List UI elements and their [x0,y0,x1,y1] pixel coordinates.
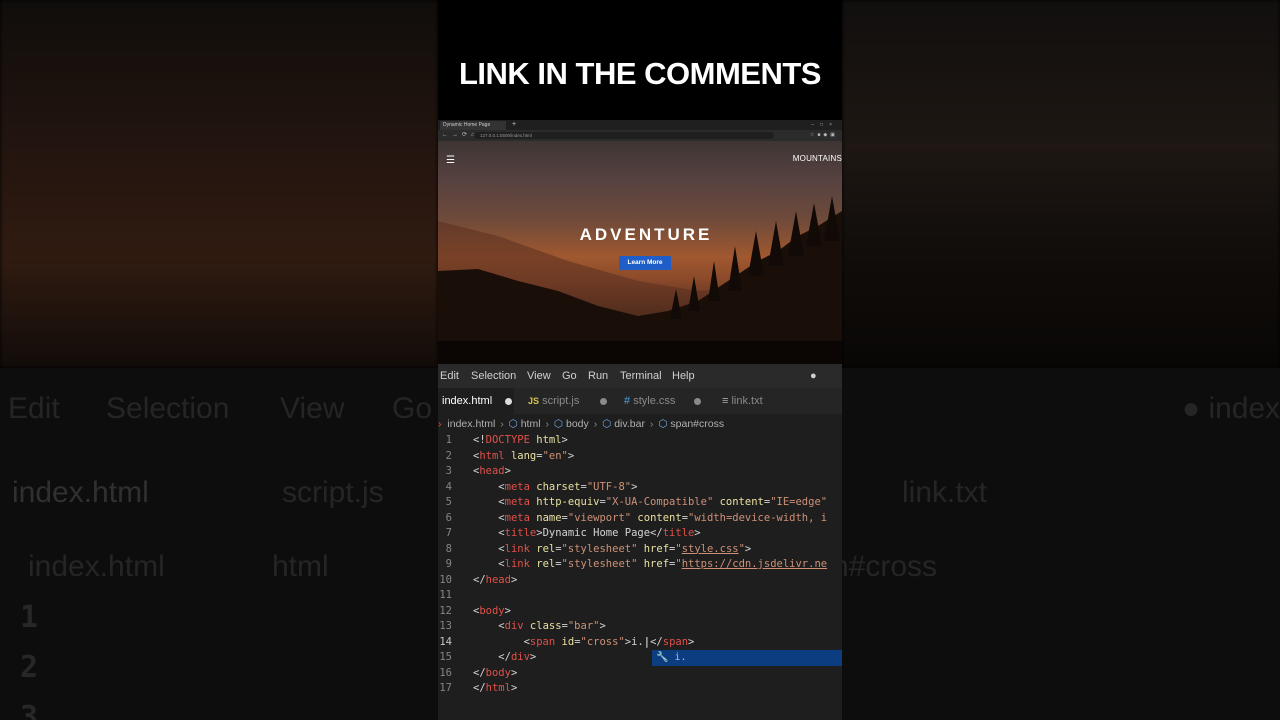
background-overlay [842,0,1280,720]
code-line: <link rel="stylesheet" href="style.css"> [498,542,752,555]
breadcrumb-file[interactable]: index.html [447,418,495,430]
address-bar: ←→⟳⌂ 127.0.0.1:5500/index.html ☆■◆▣ [438,130,842,141]
line-number: 15 [439,651,452,663]
menu-terminal[interactable]: Terminal [620,364,662,388]
line-number: 8 [445,542,452,555]
menu-edit[interactable]: Edit [440,364,459,388]
breadcrumb-html[interactable]: html [521,418,541,430]
line-number: 13 [439,620,452,632]
line-number: 9 [445,558,452,570]
code-line: <!DOCTYPE html> [473,434,568,446]
tab-index-html[interactable]: index.html [438,388,514,414]
line-number: 12 [439,604,452,617]
menu-view[interactable]: View [527,364,551,388]
line-number: 6 [445,511,452,524]
breadcrumb-body[interactable]: body [566,418,589,430]
line-number: 14 [439,635,452,648]
chevron-right-icon: › [593,418,598,430]
background-right: ● index link.txt n#cross [842,0,1280,720]
video-frame: LINK IN THE COMMENTS Dynamic Home Page +… [438,0,842,720]
tab-link-txt[interactable]: ≡ link.txt [718,388,788,414]
line-number: 4 [445,480,452,493]
line-number: 5 [445,496,452,508]
line-number: 16 [439,666,452,679]
element-icon: ⬡ [658,418,668,430]
tab-label: link.txt [731,395,763,407]
text-file-icon: ≡ [722,395,729,407]
hamburger-menu-icon[interactable]: ☰ [446,155,455,166]
code-editor: Edit Selection View Go Run Terminal Help… [438,364,842,720]
breadcrumb-span[interactable]: span#cross [670,418,724,430]
tab-label: script.js [542,395,580,407]
code-line: <head> [473,465,511,477]
code-line: </body> [473,666,518,679]
chevron-right-icon: › [438,418,442,430]
unsaved-dot-icon [600,397,608,405]
code-line: <span id="cross">i.|</span> [523,635,695,648]
tab-label: style.css [633,395,676,407]
code-line: <meta http-equiv="X-UA-Compatible" conte… [498,496,828,508]
code-line: <title>Dynamic Home Page</title> [498,527,701,539]
tab-style-css[interactable]: # style.css [620,388,706,414]
learn-more-button[interactable]: Learn More [619,256,671,270]
breadcrumb-div[interactable]: div.bar [614,418,645,430]
line-number: 17 [439,682,452,694]
breadcrumb: › index.html › ⬡ html › ⬡ body › ⬡ div.b… [438,414,842,434]
browser-window: Dynamic Home Page + –□× ←→⟳⌂ 127.0.0.1:5… [438,120,842,364]
element-icon: ⬡ [602,418,612,430]
code-area[interactable]: 1 <!DOCTYPE html> 2 <html lang="en"> 3 <… [438,434,842,720]
background-overlay [0,0,438,720]
code-line: <body> [473,604,511,617]
code-line: <div class="bar"> [498,620,606,632]
js-file-icon: JS [528,396,540,406]
mountain-silhouette [438,196,842,364]
unsaved-dot-icon [505,397,513,405]
line-number: 2 [445,449,452,462]
browser-tabbar: Dynamic Home Page + –□× [438,120,842,130]
line-number: 3 [445,465,452,477]
element-icon: ⬡ [508,418,518,430]
code-line: </div> [498,651,537,663]
code-line: </head> [473,573,518,586]
menu-selection[interactable]: Selection [471,364,516,388]
window-controls[interactable]: –□× [811,120,838,130]
url-input[interactable]: 127.0.0.1:5500/index.html [474,132,774,139]
line-number: 11 [439,589,452,601]
chevron-right-icon: › [545,418,549,430]
code-line: <link rel="stylesheet" href="https://cdn… [498,558,828,570]
code-line: </html> [473,682,518,694]
editor-tabs: index.html JS script.js # style.css ≡ li… [438,388,842,414]
code-line: <html lang="en"> [473,449,575,462]
line-number: 1 [445,434,452,446]
line-number: 7 [445,527,452,539]
css-file-icon: # [624,395,631,407]
extension-icons[interactable]: ☆■◆▣ [810,130,838,141]
menu-go[interactable]: Go [562,364,577,388]
line-number: 10 [439,573,452,586]
tab-label: index.html [442,395,493,407]
menu-run[interactable]: Run [588,364,608,388]
unsaved-dot-icon [694,397,702,405]
background-left: Edit Selection View Go index.html script… [0,0,438,720]
element-icon: ⬡ [553,418,564,430]
hero-section: ☰ MOUNTAINS ADVENTURE Learn More [438,141,842,364]
hero-title: ADVENTURE [579,225,713,244]
code-line: <meta name="viewport" content="width=dev… [498,511,828,524]
browser-tab[interactable]: Dynamic Home Page [440,121,506,130]
menu-bar: Edit Selection View Go Run Terminal Help… [438,364,842,406]
suggestion-text: i. [674,652,687,663]
tab-script-js[interactable]: JS script.js [524,388,608,414]
caption-text: LINK IN THE COMMENTS [459,56,822,91]
code-line: <meta charset="UTF-8"> [498,480,638,493]
site-brand[interactable]: MOUNTAINS [793,154,842,163]
menu-help[interactable]: Help [672,364,695,388]
wrench-icon: 🔧 [656,652,669,663]
chevron-right-icon: › [649,418,654,430]
new-tab-button[interactable]: + [512,120,516,130]
chevron-right-icon: › [500,418,504,430]
autocomplete-suggestion[interactable]: 🔧 i. [652,650,842,666]
